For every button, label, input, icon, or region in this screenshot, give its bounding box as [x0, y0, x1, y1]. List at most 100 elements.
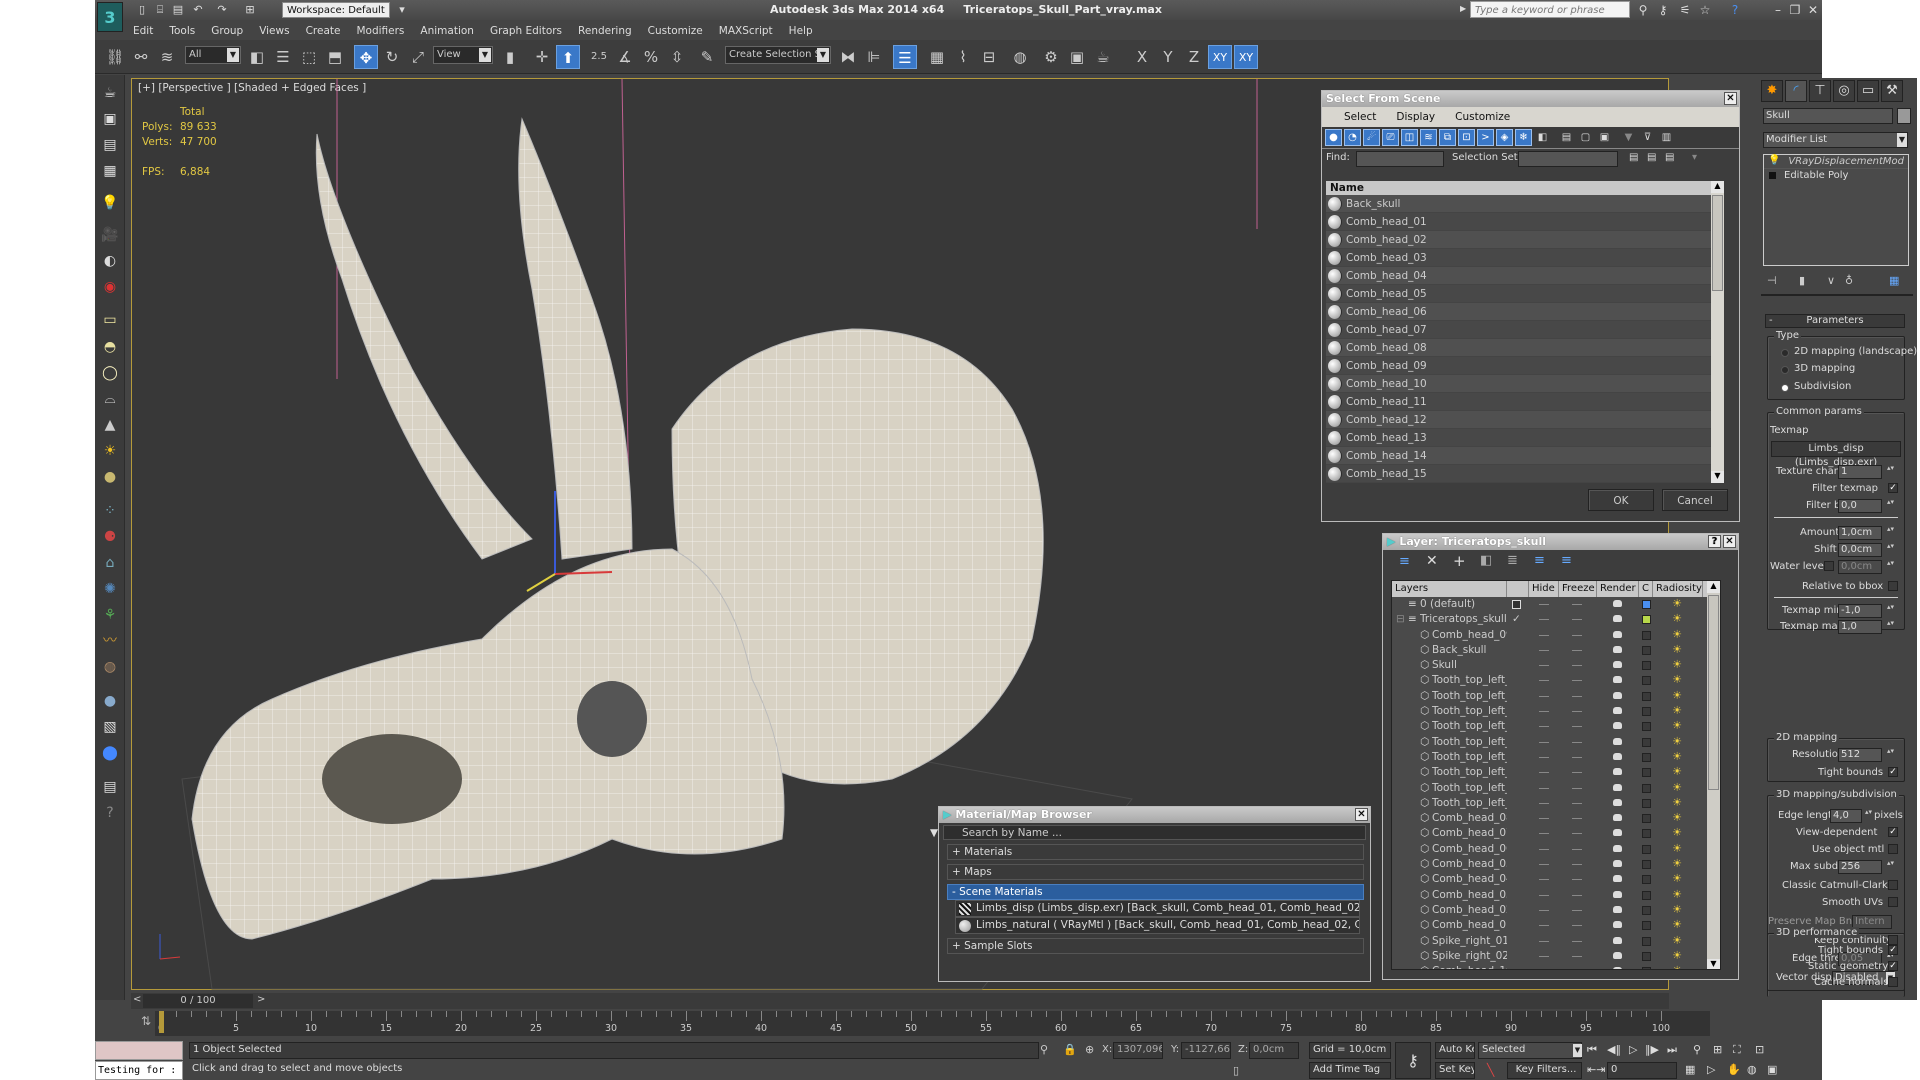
- col-radiosity[interactable]: Radiosity: [1653, 581, 1703, 597]
- render-teapot-icon[interactable]: [1613, 645, 1622, 653]
- layer-name[interactable]: Comb_head_01: [1432, 918, 1507, 933]
- filter-spacewarps-icon[interactable]: ≋: [1420, 129, 1437, 146]
- layer-object-row[interactable]: ⬡ Comb_head_08 ☀: [1392, 811, 1720, 826]
- radiosity-icon[interactable]: ☀: [1670, 965, 1684, 969]
- layer-name[interactable]: Comb_head_02: [1432, 903, 1507, 918]
- hide-toggle[interactable]: [1539, 649, 1549, 651]
- render-setup-icon[interactable]: ⚙: [1039, 45, 1063, 69]
- menu-customize[interactable]: Customize: [640, 20, 711, 40]
- col-layers[interactable]: Layers: [1392, 581, 1507, 597]
- hide-toggle[interactable]: [1539, 634, 1549, 636]
- frame-buffer-icon[interactable]: ▧: [100, 717, 120, 737]
- radiosity-icon[interactable]: ☀: [1670, 628, 1684, 641]
- hide-toggle[interactable]: [1539, 848, 1549, 850]
- sfs-menu-select[interactable]: Select: [1334, 107, 1386, 127]
- key-pen-icon[interactable]: ╲: [1487, 1063, 1494, 1077]
- set-key-big-button[interactable]: ⚷: [1395, 1042, 1431, 1079]
- layer-object-row[interactable]: ⬡ Tooth_top_left_ ☀: [1392, 735, 1720, 750]
- layer-row[interactable]: ≡ 0 (default) ☀: [1392, 597, 1720, 612]
- scroll-up-icon[interactable]: ▲: [1707, 581, 1720, 593]
- proxy-icon[interactable]: ⌂: [100, 553, 120, 573]
- dome-icon[interactable]: ◓: [100, 337, 120, 357]
- help-icon[interactable]: ?: [1727, 3, 1743, 17]
- menu-views[interactable]: Views: [251, 20, 297, 40]
- layer-name[interactable]: Back_skull: [1432, 643, 1486, 658]
- hide-toggle[interactable]: [1539, 802, 1549, 804]
- selection-set-dropdown[interactable]: [1518, 151, 1618, 167]
- minimize-icon[interactable]: –: [1770, 3, 1786, 17]
- layer-color-swatch[interactable]: [1642, 951, 1651, 961]
- layer-color-swatch[interactable]: [1642, 661, 1651, 671]
- cache-normals-checkbox[interactable]: [1888, 977, 1898, 987]
- hide-toggle[interactable]: [1539, 695, 1549, 697]
- render-teapot-icon[interactable]: [1613, 936, 1622, 944]
- pivot-center-icon[interactable]: ▮: [498, 45, 522, 69]
- scene-object-row[interactable]: Comb_head_14: [1326, 447, 1724, 465]
- hide-toggle[interactable]: [1539, 680, 1549, 682]
- zoom-extents-icon[interactable]: ⛶: [1733, 1043, 1741, 1057]
- selection-lock-icon[interactable]: 🔒: [1063, 1043, 1077, 1056]
- modifier-list-dropdown[interactable]: Modifier List: [1763, 132, 1908, 148]
- columns-icon[interactable]: ▥: [1658, 129, 1675, 146]
- play-icon[interactable]: ▷: [1629, 1043, 1637, 1056]
- layer-object-row[interactable]: ⬡ Tooth_top_left_ ☀: [1392, 689, 1720, 704]
- current-frame-marker[interactable]: [159, 1011, 164, 1033]
- close-icon[interactable]: ✕: [1724, 92, 1737, 105]
- col-render[interactable]: Render: [1597, 581, 1639, 597]
- window-crossing-icon[interactable]: ⬒: [323, 45, 347, 69]
- layer-color-swatch[interactable]: [1642, 783, 1651, 793]
- freeze-toggle[interactable]: [1572, 818, 1582, 820]
- object-name-field[interactable]: Skull: [1763, 108, 1893, 124]
- filter-containers-icon[interactable]: ◈: [1496, 129, 1513, 146]
- browser-options-icon[interactable]: ▼: [930, 826, 938, 840]
- restore-icon[interactable]: ❐: [1787, 3, 1803, 17]
- scroll-thumb[interactable]: [1712, 195, 1723, 291]
- radiosity-icon[interactable]: ☀: [1670, 674, 1684, 686]
- radiosity-icon[interactable]: ☀: [1670, 613, 1684, 625]
- viewport-render-icon[interactable]: ▣: [100, 109, 120, 129]
- layer-object-row[interactable]: ⬡ Back_skull ☀: [1392, 643, 1720, 658]
- water-level-checkbox[interactable]: [1824, 561, 1834, 571]
- hair-icon[interactable]: 〰: [100, 631, 120, 651]
- layer-color-swatch[interactable]: [1642, 768, 1651, 778]
- render-teapot-icon[interactable]: [1613, 951, 1622, 959]
- current-layer-toggle[interactable]: [1512, 600, 1521, 609]
- layer-object-row[interactable]: ⬡ Tooth_top_left_ ☀: [1392, 796, 1720, 811]
- maxscript-listener-input[interactable]: Testing for :: [95, 1061, 183, 1080]
- select-and-move-icon[interactable]: ✥: [354, 45, 378, 69]
- layer-name[interactable]: Comb_head_09: [1432, 628, 1507, 643]
- percent-snap-icon[interactable]: %: [639, 45, 663, 69]
- layer-row[interactable]: ⊟ ≡ Triceratops_skull ✓ ☀: [1392, 612, 1720, 627]
- create-set-icon[interactable]: ▤: [1629, 152, 1638, 163]
- undo-icon[interactable]: ↶: [191, 3, 205, 17]
- hide-toggle[interactable]: [1539, 711, 1549, 713]
- render-teapot-icon[interactable]: [1613, 752, 1622, 760]
- sphere-light-icon[interactable]: ●: [100, 467, 120, 487]
- select-from-scene-title[interactable]: Select From Scene ✕: [1322, 91, 1739, 107]
- disc-light-icon[interactable]: ◯: [100, 363, 120, 383]
- close-window-icon[interactable]: ✕: [1805, 3, 1821, 17]
- render-teapot-icon[interactable]: [1613, 707, 1622, 715]
- maps-section[interactable]: + Maps: [947, 864, 1364, 880]
- scene-material-item[interactable]: Limbs_disp (Limbs_disp.exr) [Back_skull,…: [955, 900, 1360, 917]
- freeze-toggle[interactable]: [1572, 619, 1582, 621]
- axis-z-button[interactable]: Z: [1182, 45, 1206, 69]
- filter-texmap-checkbox[interactable]: ✓: [1888, 483, 1898, 493]
- scene-object-row[interactable]: Comb_head_06: [1326, 303, 1724, 321]
- delete-layer-icon[interactable]: ✕: [1426, 553, 1438, 569]
- relative-bbox-checkbox[interactable]: [1888, 581, 1898, 591]
- layer-name[interactable]: Comb_head_10: [1432, 964, 1507, 969]
- layer-manager-icon[interactable]: ☰: [893, 45, 917, 69]
- scene-object-row[interactable]: Comb_head_02: [1326, 231, 1724, 249]
- z-coordinate-input[interactable]: 0,0cm: [1249, 1042, 1299, 1059]
- render-teapot-icon[interactable]: [1613, 798, 1622, 806]
- layer-name[interactable]: Comb_head_05: [1432, 857, 1507, 872]
- layer-name[interactable]: Tooth_top_left_: [1432, 704, 1507, 719]
- radiosity-icon[interactable]: ☀: [1670, 858, 1684, 870]
- metaball-icon[interactable]: ⚈: [100, 527, 120, 547]
- scene-object-row[interactable]: Comb_head_05: [1326, 285, 1724, 303]
- snaps-toggle-icon[interactable]: 2.5: [587, 45, 611, 69]
- scroll-up-icon[interactable]: ▲: [1711, 181, 1724, 193]
- sphere-fade-icon[interactable]: ◍: [100, 657, 120, 677]
- radiosity-icon[interactable]: ☀: [1670, 949, 1684, 962]
